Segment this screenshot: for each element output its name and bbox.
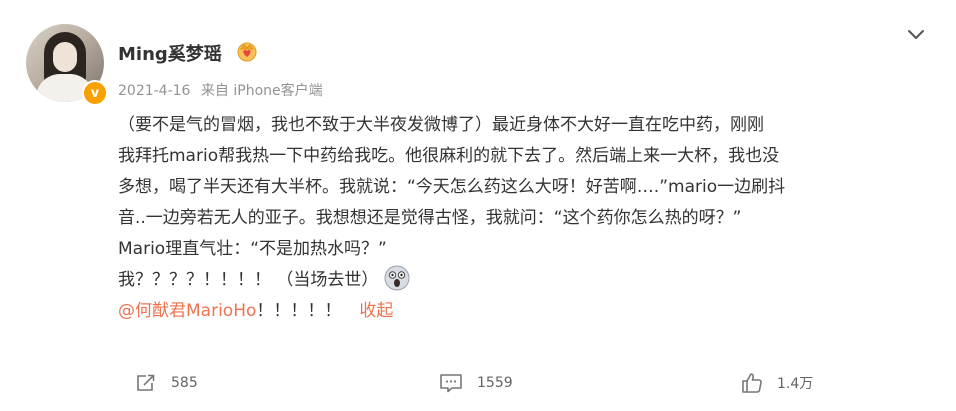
content-line: 多想，喝了半天还有大半杯。我就说：“今天怎么药这么大呀！好苦啊….”mario一…: [118, 177, 786, 197]
repost-button[interactable]: 585: [135, 368, 198, 398]
like-count: 1.4万: [777, 376, 814, 392]
post-date[interactable]: 2021-4-16: [118, 83, 190, 99]
content-line: 我拜托mario帮我热一下中药给我吃。他很麻利的就下去了。然后端上来一大杯，我也…: [118, 146, 780, 166]
post-source: 来自 iPhone客户端: [200, 83, 323, 99]
content-line: （要不是气的冒烟，我也不致于大半夜发微博了）最近身体不大好一直在吃中药，刚刚: [118, 115, 764, 135]
mention-link[interactable]: @何猷君MarioHo: [118, 301, 256, 321]
repost-icon: [137, 374, 155, 391]
content-line-last: 我？？？？！！！！ （当场去世）: [118, 265, 938, 296]
shocked-face-emoji-icon: [384, 265, 410, 291]
chevron-down-icon[interactable]: [906, 24, 926, 44]
weibo-post: v Ming奚梦瑶 2021-4-16 来自 iPhone客户端 （要不是气的冒…: [0, 0, 956, 411]
content-text: 我？？？？！！！！ （当场去世）: [118, 270, 379, 290]
crown-heart-icon: [237, 42, 257, 62]
comment-count: 1559: [477, 375, 513, 391]
verified-badge-icon: v: [82, 80, 108, 106]
content-line: 音..一边旁若无人的亚子。我想想还是觉得古怪，我就问：“这个药你怎么热的呀？”: [118, 208, 742, 228]
repost-count: 585: [171, 375, 198, 391]
content-line: Mario理直气壮：“不是加热水吗？”: [118, 239, 387, 259]
mention-line: @何猷君MarioHo！！！！！ 收起: [118, 296, 938, 327]
thumbs-up-icon: [742, 373, 762, 393]
username[interactable]: Ming奚梦瑶: [118, 40, 222, 66]
post-meta: 2021-4-16 来自 iPhone客户端: [118, 80, 329, 100]
comment-button[interactable]: 1559: [439, 368, 513, 398]
collapse-link[interactable]: 收起: [359, 301, 393, 321]
comment-icon: [440, 374, 462, 393]
like-button[interactable]: 1.4万: [741, 368, 813, 398]
post-content: （要不是气的冒烟，我也不致于大半夜发微博了）最近身体不大好一直在吃中药，刚刚 我…: [118, 110, 938, 327]
action-bar: 585 1559 1.4万: [0, 368, 956, 398]
mention-suffix: ！！！！！: [256, 301, 342, 321]
